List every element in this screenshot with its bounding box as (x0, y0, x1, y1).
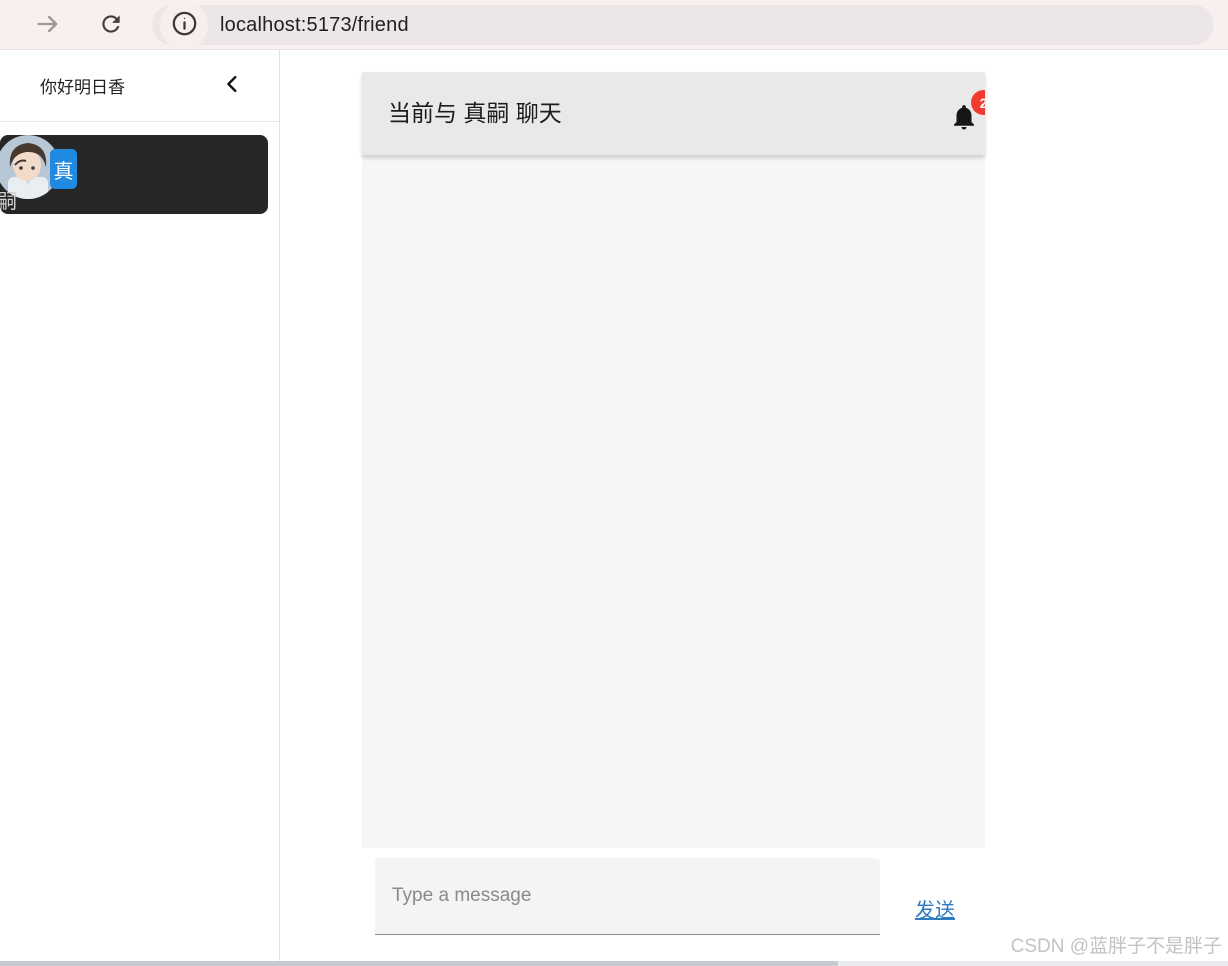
url-text: localhost:5173/friend (220, 14, 409, 36)
send-button[interactable]: 发送 (915, 894, 955, 923)
horizontal-scrollbar-thumb[interactable] (0, 961, 838, 966)
notification-bell-button[interactable]: 2 (947, 90, 985, 136)
forward-arrow-icon (34, 10, 62, 41)
friend-name-trailing-char: 嗣 (0, 191, 17, 213)
sidebar: 你好明日香 真 嗣 (0, 50, 280, 966)
message-input[interactable] (375, 858, 880, 935)
sidebar-header: 你好明日香 (0, 50, 279, 122)
page-info-button[interactable] (160, 1, 208, 49)
reload-button[interactable] (94, 8, 128, 42)
csdn-watermark: CSDN @蓝胖子不是胖子 (1010, 936, 1222, 957)
forward-button[interactable] (31, 8, 65, 42)
sidebar-greeting: 你好明日香 (40, 78, 125, 97)
collapse-sidebar-button[interactable] (219, 72, 247, 100)
friend-name-selected-char: 真 (50, 149, 77, 189)
friend-list-item[interactable]: 真 嗣 (0, 135, 268, 214)
messages-area (362, 155, 985, 848)
info-icon (171, 10, 198, 40)
reload-icon (98, 11, 124, 40)
browser-toolbar: localhost:5173/friend (0, 0, 1228, 50)
chat-header: 当前与 真嗣 聊天 2 (362, 72, 985, 155)
message-compose-bar: 发送 (362, 848, 985, 966)
chat-title: 当前与 真嗣 聊天 (388, 100, 562, 126)
chat-panel: 当前与 真嗣 聊天 2 发送 (362, 72, 985, 966)
chevron-left-icon (222, 73, 244, 98)
horizontal-scrollbar-track (0, 961, 1228, 966)
